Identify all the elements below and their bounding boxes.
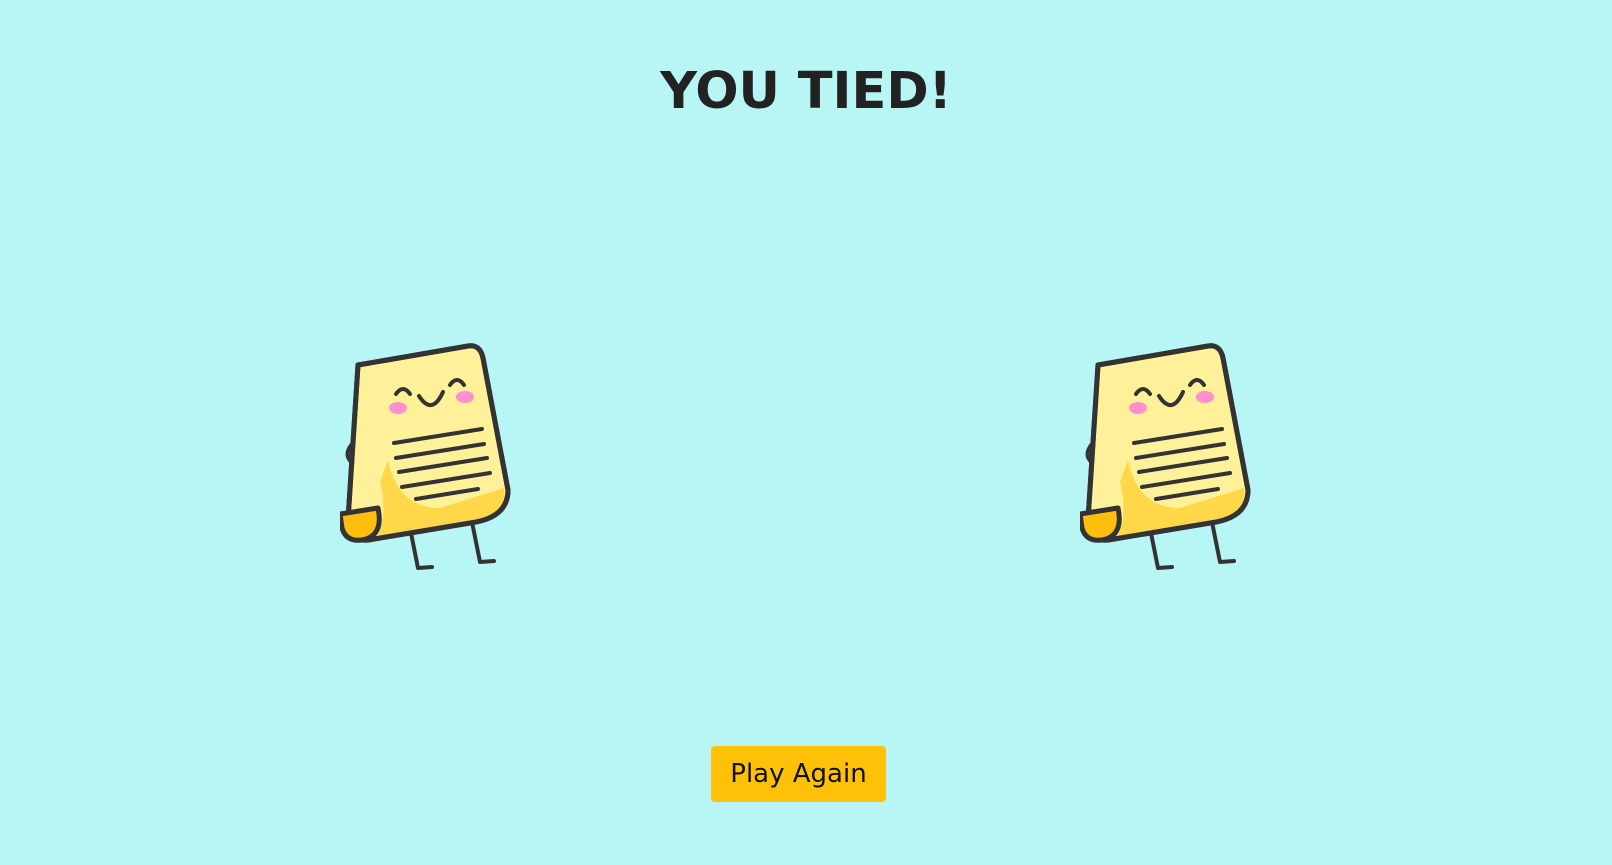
game-result-screen: YOU TIED! Play Again — [0, 0, 1612, 865]
opponent-choice — [1080, 340, 1260, 590]
paper-icon — [340, 343, 511, 570]
play-again-button[interactable]: Play Again — [711, 746, 886, 802]
player-choice — [340, 340, 520, 590]
result-title: YOU TIED! — [660, 62, 952, 121]
paper-icon — [1080, 343, 1251, 570]
